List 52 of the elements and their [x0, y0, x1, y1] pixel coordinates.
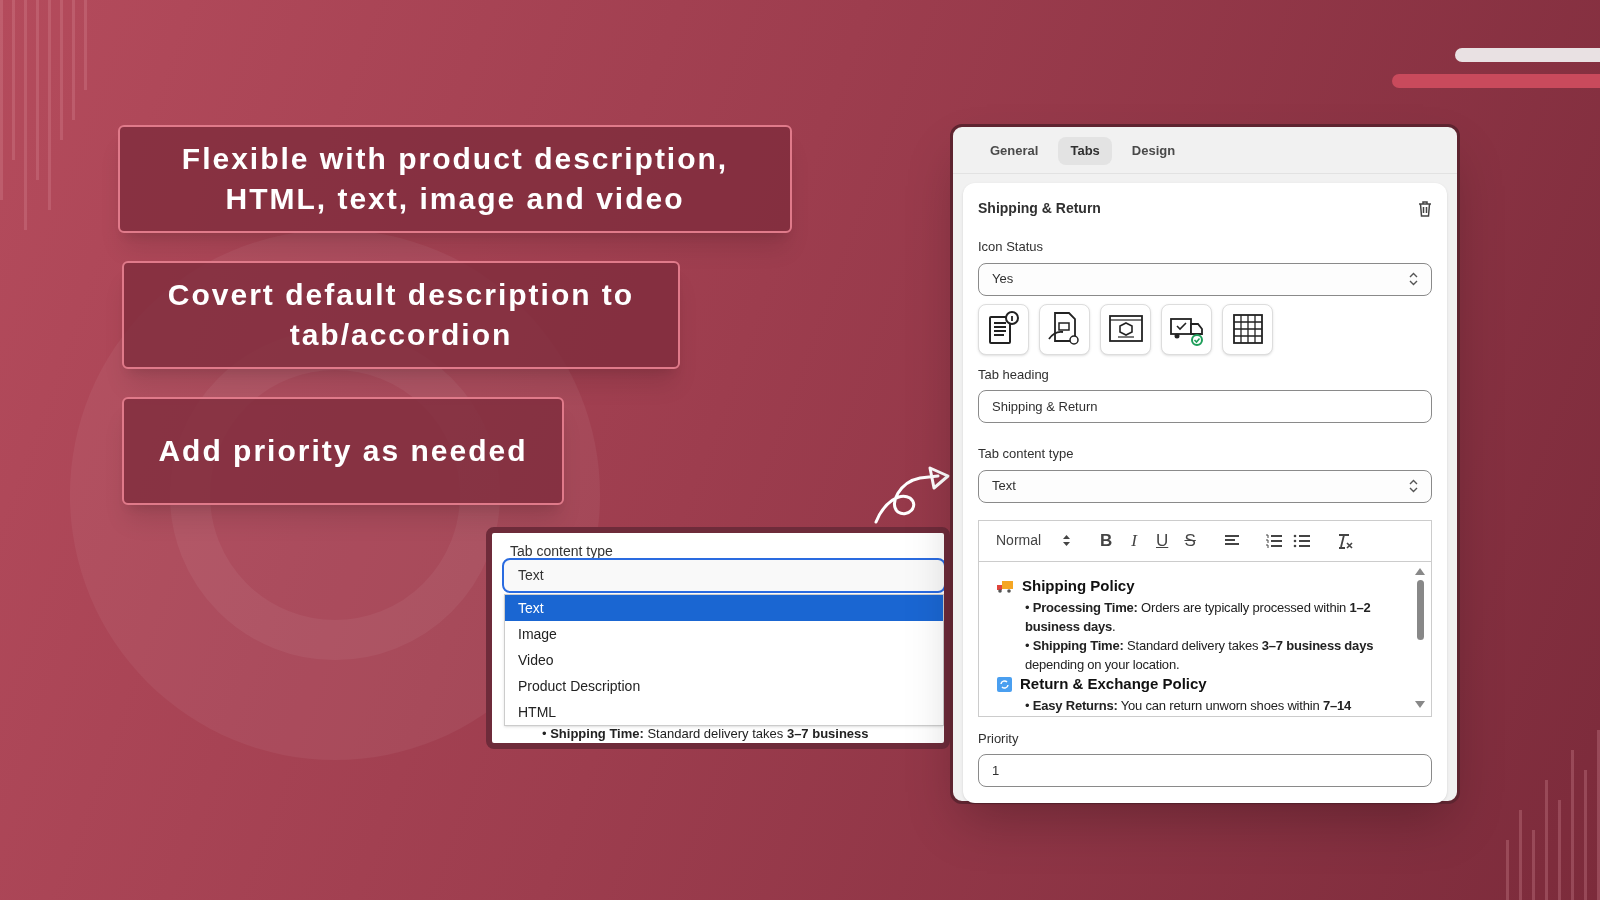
select-value: Text — [992, 477, 1016, 496]
italic-button[interactable]: I — [1120, 528, 1149, 553]
format-dropdown[interactable]: Normal — [996, 530, 1071, 551]
field-label: Tab content type — [978, 445, 1075, 463]
callout-box: Flexible with product description, HTML, text, image and video — [118, 125, 792, 233]
rich-text-editor[interactable] — [978, 519, 1432, 717]
callout-box: Add priority as needed — [122, 397, 564, 505]
tab[interactable]: General — [978, 137, 1051, 165]
icon-option[interactable] — [978, 303, 1029, 355]
scrollbar[interactable] — [1415, 567, 1425, 708]
bold-button[interactable]: B — [1092, 528, 1121, 553]
editor-heading: Return & Exchange Policy — [1020, 674, 1207, 695]
refresh-icon — [997, 677, 1012, 692]
editor-bullet: • Processing Time: Orders are typically processed within 1–2 business days. — [1024, 598, 1372, 636]
sort-arrows-icon — [1063, 535, 1071, 546]
tab[interactable]: Tabs — [1058, 137, 1112, 165]
icon-option[interactable] — [1039, 303, 1090, 355]
numbered-list-icon — [1265, 531, 1284, 550]
select-value: Yes — [992, 270, 1014, 289]
icon-option[interactable] — [1100, 303, 1151, 355]
field-label: Icon Status — [978, 238, 1045, 256]
scroll-down-icon[interactable] — [1415, 700, 1425, 708]
dropdown-option[interactable]: Text — [505, 595, 943, 621]
chevron-updown-icon — [1409, 272, 1418, 286]
editor-bullet: • Easy Returns: You can return unworn shoes within 7–14 — [1024, 696, 1353, 715]
field-label: Tab heading — [978, 365, 1050, 384]
scroll-up-icon[interactable] — [1415, 567, 1425, 575]
select-field[interactable]: Text — [978, 469, 1432, 503]
editor-heading: Shipping Policy — [1022, 576, 1135, 597]
priority-field[interactable]: 1 — [978, 754, 1432, 787]
editor-text: • Shipping Time: Standard delivery takes 3–7 business — [542, 726, 869, 741]
dropdown-option[interactable]: Product Description — [505, 673, 943, 699]
card-title: Shipping & Return — [978, 199, 1101, 218]
icon-option[interactable] — [1161, 303, 1212, 355]
underline-button[interactable]: U — [1148, 528, 1177, 553]
chevron-updown-icon — [1409, 479, 1418, 493]
scroll-thumb[interactable] — [1416, 579, 1424, 640]
icon-option[interactable] — [1222, 303, 1273, 355]
dropdown-option[interactable]: HTML — [505, 699, 943, 725]
callout-box: Covert default description to tab/accordion — [122, 261, 680, 369]
field-label: Tab content type — [510, 542, 613, 561]
select-field[interactable]: Text — [502, 558, 944, 593]
select-field[interactable]: Yes — [978, 262, 1432, 296]
field-label: Priority — [978, 729, 1020, 748]
trash-icon[interactable] — [1418, 200, 1432, 217]
strike-button[interactable]: S — [1176, 528, 1205, 553]
dropdown-option[interactable]: Image — [505, 621, 943, 647]
heading-field[interactable]: Shipping & Return — [978, 390, 1432, 423]
tab[interactable]: Design — [1119, 137, 1188, 165]
editor-bullet: • Shipping Time: Standard delivery takes 3–7 business days depending on your location. — [1024, 636, 1375, 674]
truck-icon — [997, 580, 1014, 593]
dropdown-option[interactable]: Video — [505, 647, 943, 673]
